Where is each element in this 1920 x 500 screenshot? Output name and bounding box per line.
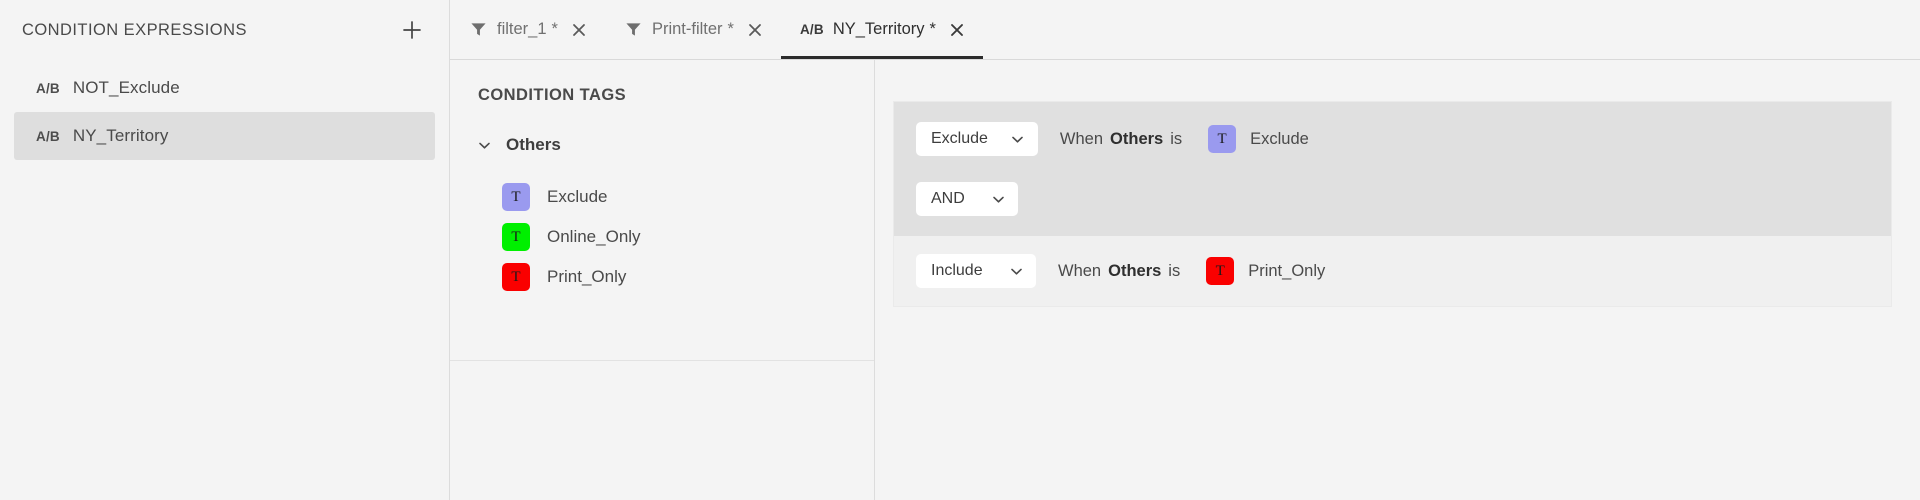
editor-area: filter_1 * Print-filter * A/B NY_Territo… [450, 0, 1920, 500]
plus-icon [403, 21, 421, 39]
chevron-down-icon [990, 191, 1006, 207]
rule-group-block: Exclude When Others is T Exclude AND [894, 102, 1891, 236]
panel-divider [450, 360, 874, 361]
tab-label: NY_Territory [832, 20, 925, 38]
tag-group-label: Others [506, 135, 561, 154]
rule-field-name: Others [1110, 129, 1164, 148]
ab-badge-icon: A/B [36, 128, 60, 144]
close-icon[interactable] [570, 21, 588, 39]
editor-body: CONDITION TAGS Others T Exclude T Online… [450, 60, 1920, 500]
rule-condition-text: When Others is [1060, 130, 1182, 149]
list-item-label: NY_Territory [72, 126, 169, 145]
operator-select-and[interactable]: AND [916, 182, 1018, 216]
condition-expressions-panel: CONDITION EXPRESSIONS A/B NOT_Exclude A/… [0, 0, 450, 500]
tab-ny-territory[interactable]: A/B NY_Territory * [780, 0, 983, 59]
rules-canvas: Exclude When Others is T Exclude AND Inc… [893, 101, 1892, 500]
tag-color-chip: T [502, 223, 530, 251]
condition-tag-list: T Exclude T Online_Only T Print_Only [450, 177, 874, 297]
tag-color-chip: T [502, 183, 530, 211]
tab-dirty-marker: * [727, 20, 734, 38]
rule-tag-print-only[interactable]: T Print_Only [1206, 257, 1325, 285]
add-expression-button[interactable] [397, 15, 427, 45]
tag-group-others[interactable]: Others [450, 125, 874, 165]
tab-bar: filter_1 * Print-filter * A/B NY_Territo… [450, 0, 1920, 60]
when-label: When [1058, 261, 1102, 280]
when-label: When [1059, 129, 1104, 148]
condition-tags-panel: CONDITION TAGS Others T Exclude T Online… [450, 60, 875, 500]
operator-select-value: AND [931, 190, 965, 207]
action-select-exclude[interactable]: Exclude [916, 122, 1038, 156]
rule-row-exclude: Exclude When Others is T Exclude [894, 116, 1891, 162]
close-icon[interactable] [746, 21, 764, 39]
rule-row-include: Include When Others is T Print_Only [894, 248, 1891, 294]
condition-expression-list: A/B NOT_Exclude A/B NY_Territory [0, 64, 449, 160]
tag-color-chip: T [1208, 125, 1237, 153]
chevron-down-icon [1008, 263, 1024, 279]
action-select-value: Include [931, 262, 983, 279]
ab-badge-icon: A/B [799, 22, 824, 37]
action-select-include[interactable]: Include [916, 254, 1036, 288]
is-label: is [1170, 129, 1183, 148]
rule-condition-text: When Others is [1058, 262, 1180, 281]
tab-label: Print-filter [651, 20, 723, 38]
tag-item-print-only[interactable]: T Print_Only [450, 257, 874, 297]
rule-spacer [894, 162, 1891, 176]
tab-print-filter[interactable]: Print-filter * [605, 0, 781, 59]
list-item-label: NOT_Exclude [72, 78, 180, 97]
chevron-down-icon[interactable] [476, 137, 492, 153]
tag-item-online-only[interactable]: T Online_Only [450, 217, 874, 257]
rule-secondary-block: Include When Others is T Print_Only [894, 236, 1891, 306]
chevron-down-icon [1010, 131, 1026, 147]
rule-field-name: Others [1108, 261, 1162, 280]
filter-icon [624, 20, 643, 39]
list-item-not-exclude[interactable]: A/B NOT_Exclude [14, 64, 435, 112]
tag-color-chip: T [502, 263, 530, 291]
tag-label: Print_Only [547, 267, 627, 286]
condition-expressions-header: CONDITION EXPRESSIONS [0, 0, 449, 60]
filter-icon [469, 20, 488, 39]
list-item-ny-territory[interactable]: A/B NY_Territory [14, 112, 435, 160]
rule-row-operator: AND [894, 176, 1891, 222]
close-icon[interactable] [948, 21, 966, 39]
rule-expression-container: Exclude When Others is T Exclude AND Inc… [893, 101, 1892, 307]
page-title: CONDITION EXPRESSIONS [22, 20, 247, 39]
tab-label: filter_1 [497, 20, 547, 38]
tag-item-exclude[interactable]: T Exclude [450, 177, 874, 217]
rule-tag-exclude[interactable]: T Exclude [1208, 125, 1309, 153]
tag-label: Online_Only [547, 227, 641, 246]
tag-color-chip: T [1206, 257, 1235, 285]
tab-dirty-marker: * [551, 20, 558, 38]
condition-expression-editor: CONDITION EXPRESSIONS A/B NOT_Exclude A/… [0, 0, 1920, 500]
tag-label: Exclude [547, 187, 608, 206]
tab-dirty-marker: * [929, 20, 936, 38]
condition-rules-panel: Exclude When Others is T Exclude AND Inc… [875, 60, 1920, 500]
tab-filter-1[interactable]: filter_1 * [450, 0, 605, 59]
action-select-value: Exclude [931, 130, 988, 147]
condition-tags-title: CONDITION TAGS [478, 86, 627, 104]
tag-label: Exclude [1250, 129, 1309, 148]
is-label: is [1168, 261, 1181, 280]
tag-label: Print_Only [1248, 261, 1326, 280]
ab-badge-icon: A/B [36, 80, 60, 96]
